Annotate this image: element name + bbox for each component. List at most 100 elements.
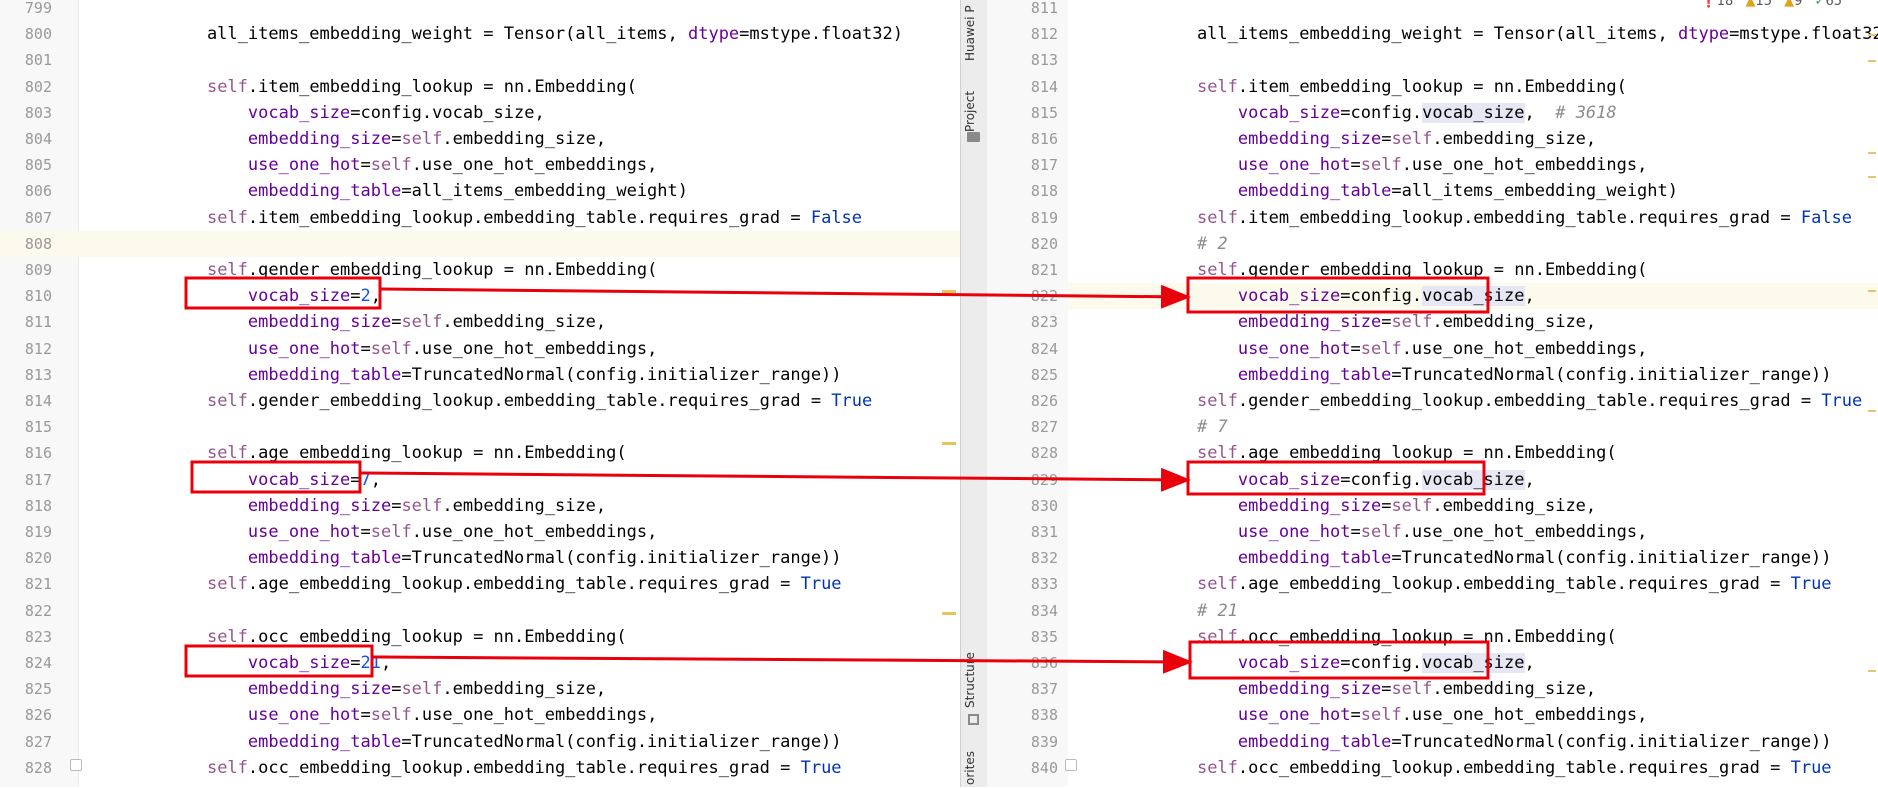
code-line[interactable]: 835 self.occ_embedding_lookup = nn.Embed… — [1031, 624, 1878, 650]
code-line[interactable]: 799 — [0, 0, 960, 21]
stripe-mark[interactable] — [1868, 670, 1876, 672]
code-line[interactable]: 806 embedding_table=all_items_embedding_… — [0, 178, 960, 204]
code-line[interactable]: 825 embedding_size=self.embedding_size, — [0, 676, 960, 702]
code-line[interactable]: 809 self.gender_embedding_lookup = nn.Em… — [0, 257, 960, 283]
code-line[interactable]: 821 self.age_embedding_lookup.embedding_… — [0, 571, 960, 597]
code-text: embedding_table=TruncatedNormal(config.i… — [1237, 731, 1832, 752]
code-token-num: 2 — [360, 286, 371, 307]
code-line[interactable]: 815 — [0, 414, 960, 440]
code-line[interactable]: 822 — [0, 598, 960, 624]
code-token-kw: False — [1800, 207, 1853, 228]
code-line[interactable]: 840 self.occ_embedding_lookup.embedding_… — [1031, 755, 1878, 781]
code-line[interactable]: 820 embedding_table=TruncatedNormal(conf… — [0, 545, 960, 571]
code-line[interactable]: 807 self.item_embedding_lookup.embedding… — [0, 205, 960, 231]
stripe-mark[interactable] — [1868, 34, 1876, 36]
stripe-mark[interactable] — [1868, 60, 1876, 62]
code-line[interactable]: 817 use_one_hot=self.use_one_hot_embeddi… — [1031, 152, 1878, 178]
code-line[interactable]: 813 embedding_table=TruncatedNormal(conf… — [0, 362, 960, 388]
code-token-pr: vocab_size — [247, 469, 351, 490]
stripe-mark[interactable] — [1868, 410, 1876, 412]
code-line[interactable]: 832 embedding_table=TruncatedNormal(conf… — [1031, 545, 1878, 571]
code-line[interactable]: 818 embedding_table=all_items_embedding_… — [1031, 178, 1878, 204]
code-line[interactable]: 812 all_items_embedding_weight = Tensor(… — [1031, 21, 1878, 47]
code-line[interactable]: 834 # 21 — [1031, 598, 1878, 624]
code-text: all_items_embedding_weight = Tensor(all_… — [166, 24, 903, 45]
error-stripe[interactable] — [1866, 0, 1878, 787]
code-line[interactable]: 816 embedding_size=self.embedding_size, — [1031, 126, 1878, 152]
right-editor[interactable]: 811 812 all_items_embedding_weight = Tens… — [1031, 0, 1878, 787]
code-line[interactable]: 808 — [0, 230, 960, 257]
code-line[interactable]: 823 self.occ_embedding_lookup = nn.Embed… — [0, 624, 960, 650]
tab-huawei[interactable]: Huawei P — [963, 0, 985, 66]
code-text: use_one_hot=self.use_one_hot_embeddings, — [247, 705, 658, 726]
code-token-pr: embedding_size — [247, 129, 392, 149]
code-line[interactable]: 801 — [0, 47, 960, 73]
code-line[interactable]: 818 embedding_size=self.embedding_size, — [0, 493, 960, 519]
stripe-mark[interactable] — [1868, 290, 1876, 292]
code-line[interactable]: 838 use_one_hot=self.use_one_hot_embeddi… — [1031, 702, 1878, 728]
code-line[interactable]: 827 # 7 — [1031, 414, 1878, 440]
code-line[interactable]: 828 self.age_embedding_lookup = nn.Embed… — [1031, 440, 1878, 466]
code-line[interactable]: 827 embedding_table=TruncatedNormal(conf… — [0, 729, 960, 755]
left-fold-icon[interactable] — [70, 759, 82, 771]
code-text: vocab_size=config.vocab_size, — [247, 102, 545, 123]
code-line[interactable]: 814 self.gender_embedding_lookup.embeddi… — [0, 388, 960, 414]
code-line[interactable]: 830 embedding_size=self.embedding_size, — [1031, 493, 1878, 519]
code-line[interactable]: 822 vocab_size=config.vocab_size, — [1031, 283, 1878, 310]
code-line[interactable]: 837 embedding_size=self.embedding_size, — [1031, 676, 1878, 702]
code-token-pr: dtype — [1677, 24, 1730, 45]
code-line[interactable]: 817 vocab_size=7, — [0, 467, 960, 493]
code-line[interactable]: 828 self.occ_embedding_lookup.embedding_… — [0, 755, 960, 781]
code-token-sf: self — [1360, 522, 1402, 542]
line-number: 806 — [24, 182, 52, 201]
left-editor[interactable]: 799 800 all_items_embedding_weight = Tens… — [0, 0, 960, 787]
code-token-hl: vocab_size — [1422, 286, 1525, 307]
code-line[interactable]: 800 all_items_embedding_weight = Tensor(… — [0, 21, 960, 47]
code-line[interactable]: 825 embedding_table=TruncatedNormal(conf… — [1031, 362, 1878, 388]
code-line[interactable]: 839 embedding_table=TruncatedNormal(conf… — [1031, 729, 1878, 755]
code-token-sf: self — [1391, 312, 1433, 333]
code-line[interactable]: 803 vocab_size=config.vocab_size, — [0, 100, 960, 126]
code-line[interactable]: 811 embedding_size=self.embedding_size, — [0, 309, 960, 335]
code-line[interactable]: 819 self.item_embedding_lookup.embedding… — [1031, 205, 1878, 231]
tab-favorites[interactable]: orites — [963, 748, 985, 788]
code-token-pr: embedding_table — [1237, 548, 1392, 569]
code-line[interactable]: 804 embedding_size=self.embedding_size, — [0, 126, 960, 152]
line-number: 823 — [24, 627, 52, 646]
code-line[interactable]: 826 self.gender_embedding_lookup.embeddi… — [1031, 388, 1878, 414]
code-line[interactable]: 821 self.gender_embedding_lookup = nn.Em… — [1031, 257, 1878, 283]
code-line[interactable]: 824 vocab_size=21, — [0, 650, 960, 676]
code-line[interactable]: 820 # 2 — [1031, 231, 1878, 257]
code-line[interactable]: 815 vocab_size=config.vocab_size, # 3618 — [1031, 100, 1878, 126]
code-line[interactable]: 814 self.item_embedding_lookup = nn.Embe… — [1031, 74, 1878, 100]
code-line[interactable]: 826 use_one_hot=self.use_one_hot_embeddi… — [0, 702, 960, 728]
tab-structure[interactable]: Structure — [963, 640, 985, 720]
code-token-pr: use_one_hot — [1237, 705, 1351, 726]
code-line[interactable]: 810 vocab_size=2, — [0, 283, 960, 309]
code-token-sf: self — [1196, 443, 1238, 464]
code-line[interactable]: 819 use_one_hot=self.use_one_hot_embeddi… — [0, 519, 960, 545]
line-number: 814 — [24, 392, 52, 410]
code-line[interactable]: 824 use_one_hot=self.use_one_hot_embeddi… — [1031, 336, 1878, 362]
code-line[interactable]: 831 use_one_hot=self.use_one_hot_embeddi… — [1031, 519, 1878, 545]
code-text: all_items_embedding_weight = Tensor(all_… — [1156, 24, 1878, 45]
code-token-pr: use_one_hot — [247, 155, 361, 176]
line-number: 799 — [24, 0, 52, 17]
inspection-widget[interactable]: ❗18 ▲15 ▲9 ✓65 — [1701, 0, 1842, 12]
code-line[interactable]: 833 self.age_embedding_lookup.embedding_… — [1031, 571, 1878, 597]
code-line[interactable]: 823 embedding_size=self.embedding_size, — [1031, 309, 1878, 335]
code-line[interactable]: 829 vocab_size=config.vocab_size, — [1031, 467, 1878, 493]
code-line[interactable]: 816 self.age_embedding_lookup = nn.Embed… — [0, 440, 960, 466]
code-line[interactable]: 802 self.item_embedding_lookup = nn.Embe… — [0, 74, 960, 100]
code-line[interactable]: 836 vocab_size=config.vocab_size, — [1031, 650, 1878, 676]
right-fold-icon[interactable] — [1065, 759, 1077, 771]
code-token-sf: self — [401, 312, 443, 333]
stripe-mark[interactable] — [1868, 152, 1876, 154]
code-token-pr: embedding_table — [247, 181, 402, 202]
code-line[interactable]: 813 — [1031, 47, 1878, 73]
code-line[interactable]: 812 use_one_hot=self.use_one_hot_embeddi… — [0, 336, 960, 362]
stripe-mark[interactable] — [1868, 176, 1876, 178]
code-line[interactable]: 805 use_one_hot=self.use_one_hot_embeddi… — [0, 152, 960, 178]
code-token-sf: self — [401, 679, 443, 700]
code-token-kw: True — [1821, 391, 1863, 411]
